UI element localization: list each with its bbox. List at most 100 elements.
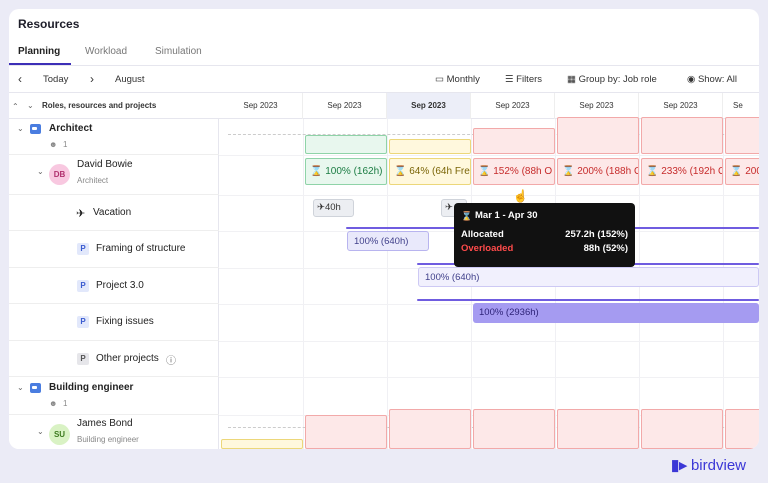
toolbar: ‹ Today › August ▭ Monthly ☰ Filters ▦ G… — [9, 66, 759, 93]
month-header: Sep 2023 — [471, 93, 555, 119]
avatar: DB — [49, 164, 70, 185]
project-bar[interactable]: 100% (2936h) — [473, 303, 759, 323]
project-row[interactable]: P Fixing issues — [9, 304, 219, 341]
capacity-block[interactable] — [305, 135, 387, 154]
capacity-block[interactable] — [473, 409, 555, 449]
column-header: ⌃ ⌄ Roles, resources and projects Sep 20… — [9, 93, 759, 119]
capacity-block[interactable] — [557, 409, 639, 449]
hourglass-icon: ⌛ — [461, 211, 473, 221]
avatar: SU — [49, 424, 70, 445]
chevron-down-icon[interactable]: ⌄ — [37, 167, 44, 176]
user-icon: ☻ — [49, 399, 58, 408]
grid-line — [303, 119, 304, 449]
expand-all-icon[interactable]: ⌄ — [27, 101, 34, 110]
project-label: Other projects — [96, 353, 159, 364]
capacity-block[interactable] — [725, 117, 759, 154]
show-button[interactable]: ◉ Show: All — [687, 74, 737, 85]
role-icon — [30, 124, 41, 134]
period-label: August — [115, 74, 145, 85]
allocation-cell[interactable]: ⌛ 64% (64h Fre — [389, 158, 471, 185]
vacation-icon: ✈ — [76, 208, 86, 220]
capacity-block[interactable] — [389, 139, 471, 154]
project-bar[interactable]: 100% (640h) — [347, 231, 429, 251]
project-badge: P — [77, 243, 89, 255]
left-header-label: Roles, resources and projects — [42, 101, 157, 110]
tab-bar: Planning Workload Simulation — [9, 39, 759, 66]
vacation-icon: ✈ — [317, 202, 325, 213]
info-icon[interactable]: ⓘ — [166, 352, 176, 367]
resource-row-david[interactable]: ⌄ DB David Bowie Architect — [9, 155, 219, 195]
row-line — [219, 195, 759, 196]
project-label: Framing of structure — [96, 243, 186, 254]
next-period-button[interactable]: › — [90, 72, 94, 86]
month-header: Sep 2023 — [555, 93, 639, 119]
allocation-cell[interactable]: ⌛ 233% (192h O — [641, 158, 723, 185]
prev-period-button[interactable]: ‹ — [18, 72, 22, 86]
tab-planning[interactable]: Planning — [18, 46, 60, 57]
month-header: Sep 2023 — [219, 93, 303, 119]
row-line — [219, 341, 759, 342]
capacity-block[interactable] — [557, 117, 639, 154]
project-bar[interactable]: 100% (640h) — [418, 267, 759, 287]
vacation-badge[interactable]: ✈40h — [313, 199, 354, 217]
tab-simulation[interactable]: Simulation — [155, 46, 202, 57]
vacation-row[interactable]: ✈ Vacation — [9, 195, 219, 231]
capacity-block[interactable] — [641, 409, 723, 449]
capacity-block[interactable] — [473, 128, 555, 154]
month-header: Sep 2023 — [639, 93, 723, 119]
chevron-down-icon[interactable]: ⌄ — [17, 383, 24, 392]
allocation-cell[interactable]: ⌛ 100% (162h) — [305, 158, 387, 185]
monthly-button[interactable]: ▭ Monthly — [435, 74, 480, 85]
project-badge: P — [77, 316, 89, 328]
chevron-down-icon[interactable]: ⌄ — [37, 427, 44, 436]
group-row-building-engineer[interactable]: ⌄ Building engineer ☻ 1 — [9, 377, 219, 415]
calendar-icon: ▭ — [435, 74, 447, 85]
resources-card: Resources Planning Workload Simulation ‹… — [9, 9, 759, 449]
hourglass-icon: ⌛ — [478, 166, 491, 177]
eye-icon: ◉ — [687, 74, 698, 85]
grid-line — [387, 119, 388, 449]
group-row-architect[interactable]: ⌄ Architect ☻ 1 — [9, 119, 219, 155]
project-label: Project 3.0 — [96, 280, 144, 291]
row-line — [219, 377, 759, 378]
logo-icon: ▮▸ — [671, 457, 687, 474]
overloaded-value: 88h (52%) — [583, 243, 628, 254]
project-row[interactable]: P Project 3.0 — [9, 268, 219, 304]
hourglass-icon: ⌛ — [730, 166, 743, 177]
collapse-all-icon[interactable]: ⌃ — [12, 102, 19, 111]
tooltip-range: Mar 1 - Apr 30 — [475, 210, 538, 221]
member-count: 1 — [63, 399, 68, 408]
resource-row-james[interactable]: ⌄ SU James Bond Building engineer — [9, 415, 219, 449]
month-header-current: Sep 2023 — [387, 93, 471, 119]
vacation-icon: ✈ — [445, 202, 453, 213]
filters-button[interactable]: ☰ Filters — [505, 74, 542, 85]
capacity-block[interactable] — [389, 409, 471, 449]
allocation-tooltip: ⌛ Mar 1 - Apr 30 Allocated 257.2h (152%)… — [454, 203, 635, 267]
group-label: Architect — [49, 123, 93, 134]
group-by-button[interactable]: ▦ Group by: Job role — [567, 74, 657, 85]
group-label: Building engineer — [49, 382, 134, 393]
chevron-down-icon[interactable]: ⌄ — [17, 124, 24, 133]
hourglass-icon: ⌛ — [394, 166, 407, 177]
hourglass-icon: ⌛ — [646, 166, 659, 177]
capacity-block[interactable] — [725, 409, 759, 449]
month-header: Sep 2023 — [303, 93, 387, 119]
tab-workload[interactable]: Workload — [85, 46, 127, 57]
row-line — [219, 155, 759, 156]
today-button[interactable]: Today — [43, 74, 68, 85]
project-label: Fixing issues — [96, 316, 154, 327]
allocation-cell[interactable]: ⌛ 200% (188h O — [557, 158, 639, 185]
allocation-cell[interactable]: ⌛ 200 — [725, 158, 759, 185]
month-header: Se — [733, 101, 743, 110]
allocated-label: Allocated — [461, 229, 504, 240]
active-tab-indicator — [9, 63, 71, 65]
project-row[interactable]: P Other projects ⓘ — [9, 341, 219, 377]
resource-role: Architect — [77, 176, 109, 185]
resource-role: Building engineer — [77, 435, 139, 444]
allocation-cell[interactable]: ⌛ 152% (88h O — [473, 158, 555, 185]
capacity-block[interactable] — [221, 439, 303, 449]
capacity-block[interactable] — [305, 415, 387, 449]
project-row[interactable]: P Framing of structure — [9, 231, 219, 268]
resource-name: David Bowie — [77, 159, 133, 170]
capacity-block[interactable] — [641, 117, 723, 154]
